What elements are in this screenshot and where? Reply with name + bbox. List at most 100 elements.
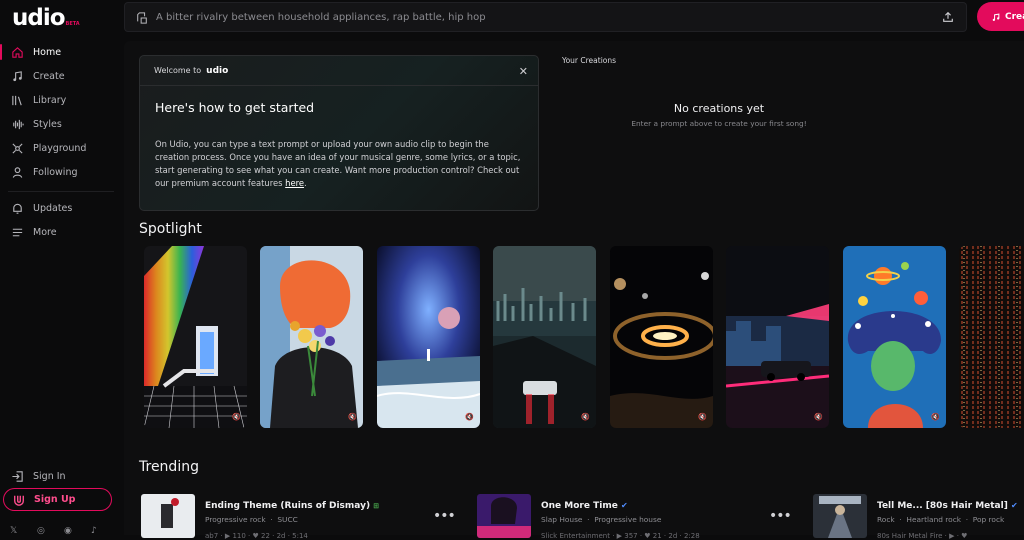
welcome-card: Welcome to udio ✕ Here's how to get star… [139,55,539,211]
genre-tag[interactable]: SUCC [277,515,297,524]
mute-icon[interactable]: 🔇 [931,413,941,423]
song-title[interactable]: Tell Me... [80s Hair Metal] ✔ [877,501,1018,511]
bell-icon [13,203,22,214]
welcome-body-text: On Udio, you can type a text prompt or u… [155,139,521,188]
prompt-icon [137,12,147,24]
sidebar-item-following[interactable]: Following [0,160,124,184]
spotlight-artwork [843,246,946,428]
sidebar-divider [8,191,114,192]
mute-icon[interactable]: 🔇 [465,413,475,423]
sign-in-icon [12,470,23,482]
sparkle-music-icon [992,13,1000,21]
waveform-icon [13,119,24,129]
beta-badge: BETA [65,21,80,27]
sidebar-item-create[interactable]: Create [0,64,124,88]
genre-tag[interactable]: Progressive house [594,515,661,524]
welcome-title: Here's how to get started [155,100,315,115]
spotlight-card[interactable]: 🔇 [144,246,247,428]
main-content: Welcome to udio ✕ Here's how to get star… [124,41,1024,540]
udio-u-icon [14,495,24,506]
spotlight-card[interactable]: 🔇 [260,246,363,428]
welcome-logo: udio [206,65,229,76]
user-icon [12,166,23,178]
welcome-body: On Udio, you can type a text prompt or u… [155,138,525,190]
song-title[interactable]: One More Time ✔ [541,501,628,511]
create-label: Crea [1005,11,1024,22]
spotlight-card[interactable]: 🔇 [610,246,713,428]
spotlight-artwork [959,246,1024,428]
sidebar-item-updates[interactable]: Updates [0,196,124,220]
song-tags: Rock · Heartland rock · Pop rock [877,515,1005,524]
sidebar-item-label: Following [33,166,78,178]
trending-item[interactable]: One More Time ✔ Slap House · Progressive… [477,494,797,540]
sidebar-item-home[interactable]: Home [0,40,124,64]
sidebar: udio BETA Home Create Library Styles Pla… [0,0,124,536]
sign-up-label: Sign Up [34,494,76,505]
spotlight-card[interactable]: 🔇 [493,246,596,428]
prompt-bar [124,2,967,32]
song-cover[interactable] [477,494,531,538]
playground-icon [12,142,23,154]
welcome-body-period: . [304,178,307,188]
sidebar-item-label: Updates [33,202,73,214]
spotlight-artwork [493,246,596,428]
song-cover[interactable] [141,494,195,538]
mute-icon[interactable]: 🔇 [581,413,591,423]
main-nav: Home Create Library Styles Playground Fo… [0,40,124,184]
sidebar-item-more[interactable]: More [0,220,124,244]
song-title[interactable]: Ending Theme (Ruins of Dismay) ⊞ [205,501,379,511]
song-title-text: One More Time [541,501,618,511]
more-options-icon[interactable]: ••• [433,508,456,524]
sidebar-item-library[interactable]: Library [0,88,124,112]
mute-icon[interactable]: 🔇 [814,413,824,423]
home-icon [12,46,23,58]
no-creations-subtitle: Enter a prompt above to create your firs… [631,119,807,128]
trending-title: Trending [139,459,199,475]
spotlight-card[interactable] [959,246,1024,428]
song-stats: 80s Hair Metal Fire · ▶ · ♥ [877,532,968,540]
spotlight-artwork [726,246,829,428]
create-button[interactable]: Crea [977,2,1024,31]
trending-item[interactable]: Ending Theme (Ruins of Dismay) ⊞ Progres… [141,494,461,540]
sidebar-item-styles[interactable]: Styles [0,112,124,136]
sign-in-link[interactable]: Sign In [0,464,124,488]
sidebar-item-label: Styles [33,118,62,130]
your-creations-title: Your Creations [562,56,617,65]
mute-icon[interactable]: 🔇 [348,413,358,423]
song-title-text: Tell Me... [80s Hair Metal] [877,501,1008,511]
sidebar-item-playground[interactable]: Playground [0,136,124,160]
auth-nav: Sign In [0,464,124,488]
sidebar-item-label: Playground [33,142,87,154]
mute-icon[interactable]: 🔇 [232,413,242,423]
spotlight-title: Spotlight [139,221,202,237]
library-icon [12,95,22,105]
spotlight-artwork [260,246,363,428]
spotlight-card[interactable]: 🔇 [726,246,829,428]
explicit-icon: ⊞ [373,502,380,510]
prompt-input[interactable] [156,3,916,31]
spotlight-card[interactable]: 🔇 [843,246,946,428]
sign-in-label: Sign In [33,470,66,482]
more-options-icon[interactable]: ••• [769,508,792,524]
genre-tag[interactable]: Rock [877,515,895,524]
genre-tag[interactable]: Heartland rock [906,515,961,524]
upload-icon[interactable] [942,11,954,23]
active-indicator [0,44,2,60]
trending-item[interactable]: Tell Me... [80s Hair Metal] ✔ Rock · Hea… [813,494,1024,540]
sign-up-button[interactable]: Sign Up [3,488,112,511]
udio-logo[interactable]: udio BETA [12,5,80,31]
premium-features-link[interactable]: here [285,178,304,188]
genre-tag[interactable]: Slap House [541,515,582,524]
menu-icon [12,228,23,236]
mute-icon[interactable]: 🔇 [698,413,708,423]
spotlight-card[interactable]: 🔇 [377,246,480,428]
song-stats: Slick Entertainment · ▶ 357 · ♥ 21 · 2d … [541,532,700,540]
genre-tag[interactable]: Pop rock [973,515,1005,524]
music-note-icon [13,70,22,81]
spotlight-artwork [144,246,247,428]
spotlight-artwork [377,246,480,428]
close-icon[interactable]: ✕ [519,65,528,78]
song-cover[interactable] [813,494,867,538]
genre-tag[interactable]: Progressive rock [205,515,266,524]
song-title-text: Ending Theme (Ruins of Dismay) [205,501,371,511]
